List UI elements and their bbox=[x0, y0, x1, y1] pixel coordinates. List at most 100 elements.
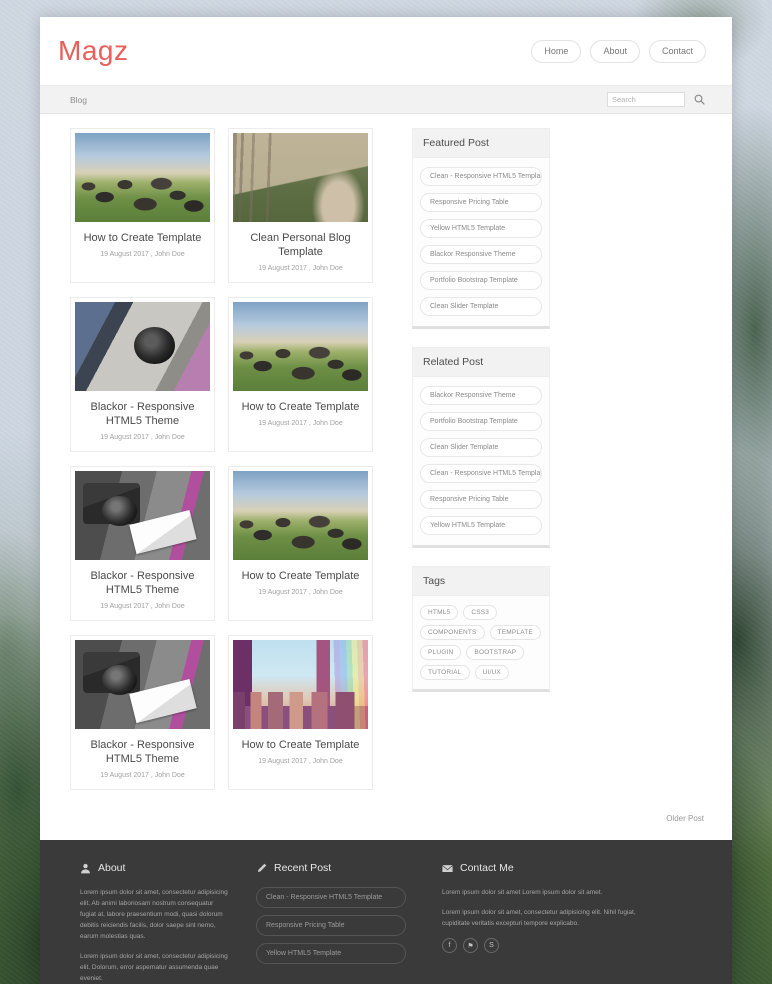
footer-recent-column: Recent Post Clean - Responsive HTML5 Tem… bbox=[246, 862, 416, 984]
nav-item-about[interactable]: About bbox=[590, 39, 640, 63]
post-thumbnail[interactable] bbox=[75, 640, 210, 729]
footer-contact-title: Contact Me bbox=[460, 862, 514, 874]
featured-post-link[interactable]: Blackor Responsive Theme bbox=[420, 245, 542, 264]
widget-featured-post: Featured Post Clean - Responsive HTML5 T… bbox=[412, 128, 550, 329]
featured-post-list: Clean - Responsive HTML5 Template Respon… bbox=[413, 158, 549, 326]
post-thumbnail[interactable] bbox=[233, 302, 368, 391]
featured-post-link[interactable]: Yellow HTML5 Template bbox=[420, 219, 542, 238]
footer-recent-list: Clean - Responsive HTML5 Template Respon… bbox=[256, 887, 406, 964]
related-post-link[interactable]: Yellow HTML5 Template bbox=[420, 516, 542, 535]
related-post-link[interactable]: Blackor Responsive Theme bbox=[420, 386, 542, 405]
list-item: Portfolio Bootstrap Template bbox=[420, 271, 542, 290]
footer-contact-column: Contact Me Lorem ipsum dolor sit amet Lo… bbox=[432, 862, 662, 984]
footer-recent-heading: Recent Post bbox=[256, 862, 406, 874]
footer-recent-title: Recent Post bbox=[274, 862, 332, 874]
tag-components[interactable]: COMPONENTS bbox=[420, 625, 485, 640]
search-input[interactable] bbox=[607, 92, 685, 107]
pencil-icon bbox=[256, 863, 267, 874]
footer-contact-paragraph-2: Lorem ipsum dolor sit amet, consectetur … bbox=[442, 909, 636, 927]
footer-recent-link[interactable]: Clean - Responsive HTML5 Template bbox=[256, 887, 406, 908]
related-post-link[interactable]: Clean Slider Template bbox=[420, 438, 542, 457]
list-item: Responsive Pricing Table bbox=[256, 915, 406, 936]
tag-html5[interactable]: HTML5 bbox=[420, 605, 459, 620]
list-item: Yellow HTML5 Template bbox=[420, 516, 542, 535]
post-title[interactable]: Blackor - Responsive HTML5 Theme bbox=[79, 738, 206, 766]
related-post-link[interactable]: Portfolio Bootstrap Template bbox=[420, 412, 542, 431]
site-footer: About Lorem ipsum dolor sit amet, consec… bbox=[40, 840, 732, 984]
post-card[interactable]: Blackor - Responsive HTML5 Theme 19 Augu… bbox=[70, 297, 215, 452]
tag-uiux[interactable]: UI/UX bbox=[474, 665, 509, 680]
post-card[interactable]: Blackor - Responsive HTML5 Theme 19 Augu… bbox=[70, 466, 215, 621]
post-thumbnail[interactable] bbox=[75, 302, 210, 391]
tag-plugin[interactable]: PLUGIN bbox=[420, 645, 462, 660]
list-item: Responsive Pricing Table bbox=[420, 490, 542, 509]
featured-post-link[interactable]: Responsive Pricing Table bbox=[420, 193, 542, 212]
footer-about-paragraph-2: Lorem ipsum dolor sit amet, consectetur … bbox=[80, 953, 228, 982]
featured-post-link[interactable]: Clean Slider Template bbox=[420, 297, 542, 316]
widget-tags: Tags HTML5 CSS3 COMPONENTS TEMPLATE PLUG… bbox=[412, 566, 550, 692]
post-title[interactable]: How to Create Template bbox=[237, 400, 364, 414]
post-thumbnail[interactable] bbox=[233, 471, 368, 560]
related-post-link[interactable]: Responsive Pricing Table bbox=[420, 490, 542, 509]
post-title[interactable]: How to Create Template bbox=[237, 569, 364, 583]
tag-bootstrap[interactable]: BOOTSTRAP bbox=[466, 645, 525, 660]
post-meta: 19 August 2017 , John Doe bbox=[100, 603, 185, 610]
footer-contact-paragraph-1: Lorem ipsum dolor sit amet Lorem ipsum d… bbox=[442, 889, 603, 896]
post-title[interactable]: Blackor - Responsive HTML5 Theme bbox=[79, 400, 206, 428]
footer-about-paragraph-1: Lorem ipsum dolor sit amet, consectetur … bbox=[80, 889, 228, 940]
post-grid: How to Create Template 19 August 2017 , … bbox=[70, 128, 390, 790]
featured-post-link[interactable]: Clean - Responsive HTML5 Template bbox=[420, 167, 542, 186]
footer-contact-heading: Contact Me bbox=[442, 862, 652, 874]
older-post-link[interactable]: Older Post bbox=[666, 814, 704, 823]
related-post-link[interactable]: Clean - Responsive HTML5 Template bbox=[420, 464, 542, 483]
breadcrumb[interactable]: Blog bbox=[70, 95, 87, 105]
user-icon bbox=[80, 863, 91, 874]
list-item: Blackor Responsive Theme bbox=[420, 245, 542, 264]
site-logo[interactable]: Magz bbox=[58, 35, 128, 67]
nav-item-home[interactable]: Home bbox=[531, 39, 582, 63]
post-card[interactable]: How to Create Template 19 August 2017 , … bbox=[228, 297, 373, 452]
post-title[interactable]: Blackor - Responsive HTML5 Theme bbox=[79, 569, 206, 597]
facebook-icon[interactable]: f bbox=[442, 938, 457, 953]
post-title[interactable]: Clean Personal Blog Template bbox=[237, 231, 364, 259]
post-meta: 19 August 2017 , John Doe bbox=[258, 265, 343, 272]
post-title[interactable]: How to Create Template bbox=[237, 738, 364, 752]
nav-item-contact[interactable]: Contact bbox=[648, 39, 706, 63]
list-item: Clean - Responsive HTML5 Template bbox=[420, 464, 542, 483]
social-links: f ⚑ S bbox=[442, 938, 652, 953]
sidebar: Featured Post Clean - Responsive HTML5 T… bbox=[412, 128, 550, 790]
widget-title: Related Post bbox=[413, 348, 549, 377]
post-thumbnail[interactable] bbox=[75, 471, 210, 560]
list-item: Blackor Responsive Theme bbox=[420, 386, 542, 405]
post-title[interactable]: How to Create Template bbox=[79, 231, 206, 245]
post-card[interactable]: How to Create Template 19 August 2017 , … bbox=[228, 466, 373, 621]
list-item: Yellow HTML5 Template bbox=[420, 219, 542, 238]
post-card[interactable]: Clean Personal Blog Template 19 August 2… bbox=[228, 128, 373, 283]
post-thumbnail[interactable] bbox=[233, 640, 368, 729]
tag-tutorial[interactable]: TUTORIAL bbox=[420, 665, 470, 680]
post-card[interactable]: How to Create Template 19 August 2017 , … bbox=[228, 635, 373, 790]
post-card[interactable]: How to Create Template 19 August 2017 , … bbox=[70, 128, 215, 283]
list-item: Clean - Responsive HTML5 Template bbox=[256, 887, 406, 908]
footer-about-title: About bbox=[98, 862, 126, 874]
post-thumbnail[interactable] bbox=[75, 133, 210, 222]
post-meta: 19 August 2017 , John Doe bbox=[258, 589, 343, 596]
site-header: Magz Home About Contact bbox=[40, 17, 732, 85]
tag-css3[interactable]: CSS3 bbox=[463, 605, 498, 620]
post-thumbnail[interactable] bbox=[233, 133, 368, 222]
envelope-icon bbox=[442, 863, 453, 874]
tag-template[interactable]: TEMPLATE bbox=[489, 625, 542, 640]
list-item: Portfolio Bootstrap Template bbox=[420, 412, 542, 431]
widget-title: Featured Post bbox=[413, 129, 549, 158]
breadcrumb-bar: Blog bbox=[40, 85, 732, 114]
featured-post-link[interactable]: Portfolio Bootstrap Template bbox=[420, 271, 542, 290]
footer-about-heading: About bbox=[80, 862, 230, 874]
footer-recent-link[interactable]: Responsive Pricing Table bbox=[256, 915, 406, 936]
footer-recent-link[interactable]: Yellow HTML5 Template bbox=[256, 943, 406, 964]
search-area bbox=[607, 92, 714, 107]
search-icon[interactable] bbox=[692, 93, 706, 107]
twitter-icon[interactable]: ⚑ bbox=[463, 938, 478, 953]
footer-about-column: About Lorem ipsum dolor sit amet, consec… bbox=[70, 862, 240, 984]
post-card[interactable]: Blackor - Responsive HTML5 Theme 19 Augu… bbox=[70, 635, 215, 790]
skype-icon[interactable]: S bbox=[484, 938, 499, 953]
